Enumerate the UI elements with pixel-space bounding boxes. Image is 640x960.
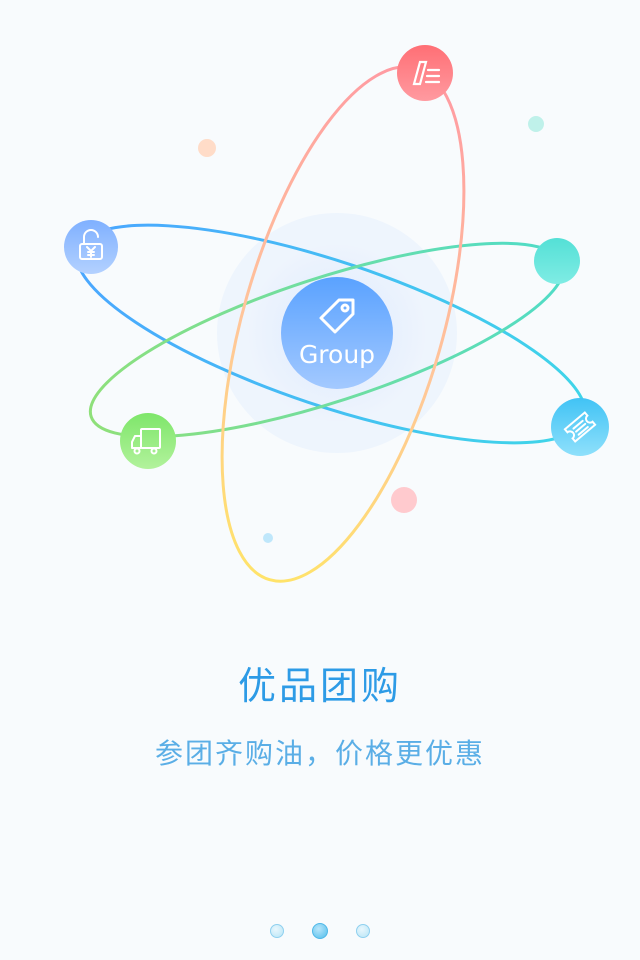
teal-node (534, 238, 580, 284)
page-dot-2[interactable] (312, 923, 328, 939)
page-dot-1[interactable] (270, 924, 284, 938)
feature-title: 优品团购 (237, 664, 402, 708)
pencil-list-node (397, 45, 453, 101)
bubble-teal-small (528, 116, 544, 132)
group-badge-label: Group (299, 340, 375, 369)
bubble-pink (391, 487, 417, 513)
truck-node (120, 413, 176, 469)
onboarding-illustration: Group (64, 45, 609, 583)
bubble-peach (198, 139, 216, 157)
unlock-yuan-node (64, 220, 118, 274)
feature-subtitle: 参团齐购油，价格更优惠 (154, 737, 485, 770)
page-indicator (0, 922, 640, 940)
ticket-node (551, 398, 609, 456)
group-badge (281, 277, 393, 389)
page-dot-3[interactable] (356, 924, 370, 938)
bubble-blue-tiny (263, 533, 273, 543)
